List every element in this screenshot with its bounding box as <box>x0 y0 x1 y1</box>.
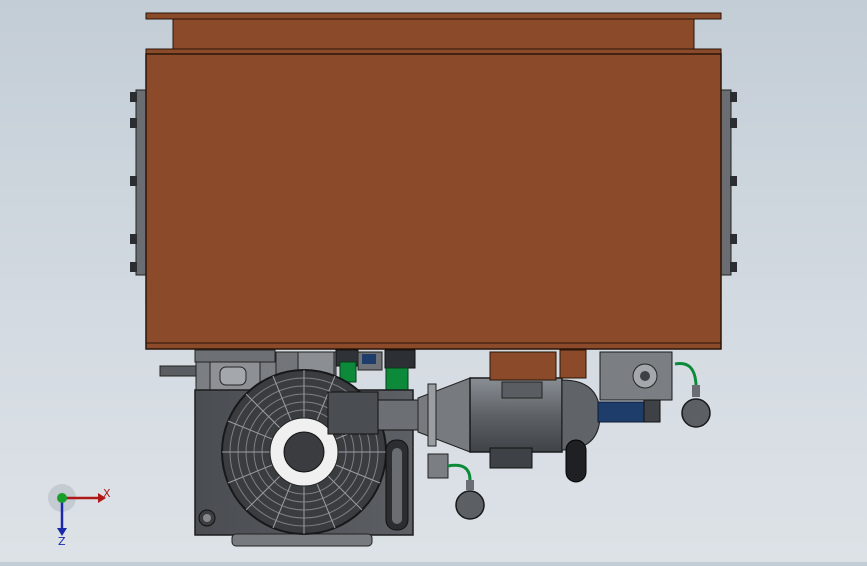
x-axis-label: X <box>103 487 111 500</box>
hydraulic-unit-model[interactable] <box>0 0 867 562</box>
hydraulic-tank-body[interactable] <box>145 53 722 350</box>
tank-top-frame <box>145 12 722 55</box>
z-axis-label: Z <box>58 535 66 548</box>
pressure-gauge-bottom <box>427 453 485 520</box>
electric-motor[interactable] <box>469 349 601 483</box>
pressure-gauge-right <box>674 361 711 428</box>
left-side-flange <box>130 89 147 276</box>
directional-valve-block[interactable] <box>597 351 673 423</box>
right-side-flange <box>720 89 737 276</box>
cad-viewport[interactable] <box>0 0 867 562</box>
y-axis-point <box>57 493 67 503</box>
return-pipe <box>385 439 409 531</box>
coordinate-triad: X Z <box>40 478 120 548</box>
